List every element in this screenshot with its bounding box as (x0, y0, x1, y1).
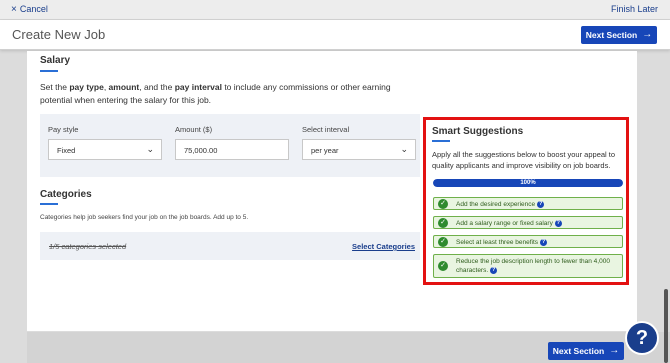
close-icon: × (11, 3, 17, 15)
check-circle-icon: ✓ (438, 199, 448, 209)
arrow-right-icon: → (642, 29, 653, 40)
interval-select[interactable]: per year ⌄ (302, 139, 416, 160)
smart-suggestions-underline (432, 140, 450, 142)
suggestion-item: ✓ Select at least three benefits? (433, 235, 623, 248)
help-icon[interactable]: ? (537, 201, 545, 208)
next-section-label: Next Section (552, 346, 605, 356)
smart-suggestions-description: Apply all the suggestions below to boost… (432, 150, 616, 170)
amount-label: Amount ($) (175, 125, 213, 134)
categories-underline (40, 203, 58, 205)
suggestion-item: ✓ Add a salary range or fixed salary? (433, 216, 623, 229)
page-title: Create New Job (12, 27, 106, 42)
suggestion-text: Add a salary range or fixed salary (456, 220, 553, 228)
chevron-down-icon: ⌄ (146, 144, 154, 154)
smart-suggestions-panel: Smart Suggestions Apply all the suggesti… (423, 117, 629, 285)
amount-input[interactable]: 75,000.00 (175, 139, 289, 160)
pay-style-select[interactable]: Fixed ⌄ (48, 139, 162, 160)
check-circle-icon: ✓ (438, 237, 448, 247)
pay-style-label: Pay style (48, 125, 79, 134)
chevron-down-icon: ⌄ (400, 144, 408, 154)
top-bar: × Cancel Finish Later (0, 0, 670, 20)
salary-underline (40, 70, 58, 72)
smart-suggestions-title: Smart Suggestions (432, 126, 524, 137)
progress-label: 100% (520, 180, 536, 186)
categories-title: Categories (40, 189, 92, 200)
help-icon[interactable]: ? (490, 266, 498, 274)
footer-bar: Next Section → (27, 332, 670, 363)
next-section-button-bottom[interactable]: Next Section → (548, 342, 624, 360)
check-circle-icon: ✓ (438, 218, 448, 228)
scrollbar[interactable] (664, 289, 668, 363)
suggestion-item: ✓ Add the desired experience? (433, 197, 623, 210)
help-button[interactable]: ? (627, 323, 657, 353)
help-icon[interactable]: ? (540, 239, 548, 246)
next-section-button-top[interactable]: Next Section → (581, 26, 657, 44)
suggestion-item: ✓ Reduce the job description length to f… (433, 254, 623, 278)
help-icon[interactable]: ? (554, 220, 562, 227)
cancel-label: Cancel (19, 4, 48, 14)
select-categories-link[interactable]: Select Categories (352, 242, 415, 251)
next-section-label: Next Section (585, 30, 638, 40)
suggestion-text: Reduce the job description length to few… (456, 258, 610, 274)
suggestion-text: Select at least three benefits (456, 239, 539, 247)
finish-later-link[interactable]: Finish Later (611, 4, 658, 14)
progress-bar: 100% (433, 179, 623, 187)
pay-style-value: Fixed (57, 146, 76, 155)
categories-count: 1/5 categories selected (49, 242, 127, 251)
interval-value: per year (311, 146, 339, 155)
check-circle-icon: ✓ (438, 261, 448, 271)
suggestion-text: Add the desired experience (456, 201, 536, 209)
categories-row: 1/5 categories selected Select Categorie… (40, 232, 420, 260)
salary-description: Set the pay type, amount, and the pay in… (40, 82, 391, 105)
cancel-link[interactable]: × Cancel (11, 4, 48, 14)
interval-label: Select interval (302, 125, 350, 134)
page-header: Create New Job Next Section → (0, 20, 670, 50)
salary-title: Salary (40, 55, 71, 66)
arrow-right-icon: → (609, 345, 620, 356)
categories-description: Categories help job seekers find your jo… (40, 214, 249, 221)
amount-value: 75,000.00 (184, 146, 218, 155)
